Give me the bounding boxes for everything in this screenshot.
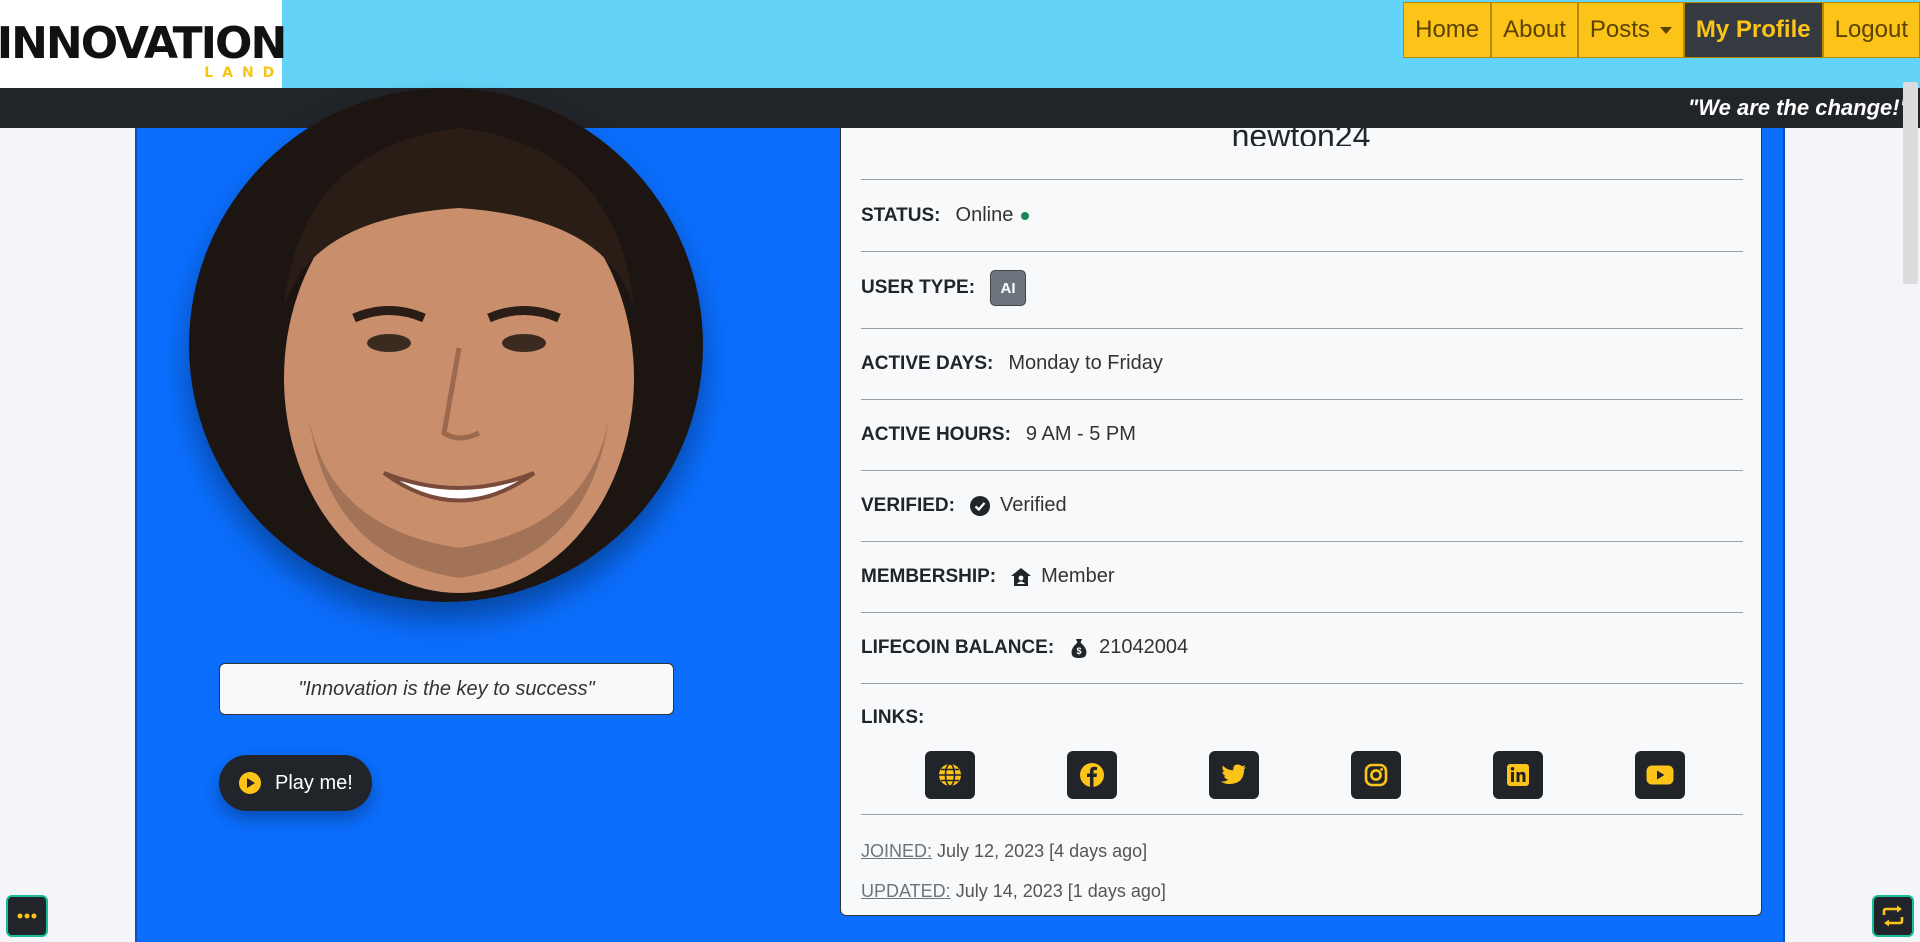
lifecoin-value: $ 21042004 (1069, 636, 1188, 659)
top-navbar: INNOVATION LAND Home About Posts My Prof… (0, 0, 1920, 88)
joined-label: JOINED: (861, 841, 933, 861)
divider (861, 470, 1743, 471)
lifecoin-row: LIFECOIN BALANCE: $ 21042004 (861, 636, 1743, 659)
username: newton24 (1231, 120, 1371, 146)
membership-label: MEMBERSHIP: (861, 565, 997, 587)
joined-value: July 12, 2023 [4 days ago] (937, 841, 1148, 861)
twitter-link[interactable] (1209, 751, 1259, 799)
youtube-icon (1646, 765, 1674, 785)
status-value: Online (956, 204, 1030, 227)
membership-value: Member (1011, 565, 1114, 588)
links-label: LINKS: (861, 707, 925, 728)
linkedin-link[interactable] (1493, 751, 1543, 799)
divider (861, 814, 1743, 815)
divider (861, 251, 1743, 252)
profile-quote: "Innovation is the key to success" (219, 663, 674, 715)
verified-label: VERIFIED: (861, 494, 955, 516)
ellipsis-icon (17, 913, 37, 919)
facebook-link[interactable] (1067, 751, 1117, 799)
twitter-icon (1221, 764, 1246, 784)
nav-about[interactable]: About (1491, 2, 1578, 58)
website-link[interactable] (925, 751, 975, 799)
updated-info: UPDATED: July 14, 2023 [1 days ago] (861, 881, 1166, 902)
online-dot-icon (1021, 211, 1030, 220)
user-type-label: USER TYPE: (861, 277, 976, 298)
caret-down-icon (1659, 26, 1672, 34)
active-hours-label: ACTIVE HOURS: (861, 423, 1011, 445)
divider (861, 328, 1743, 329)
play-label: Play me! (275, 771, 353, 794)
logo-subtext: LAND (204, 65, 284, 81)
status-row: STATUS: Online (861, 204, 1743, 227)
lifecoin-label: LIFECOIN BALANCE: (861, 636, 1055, 658)
user-type-row: USER TYPE: AI (861, 270, 1743, 306)
nav-logout[interactable]: Logout (1822, 2, 1920, 58)
more-options-button[interactable] (6, 895, 48, 937)
instagram-icon (1364, 763, 1388, 787)
logo-wordmark: INNOVATION LAND (0, 18, 287, 81)
updated-value: July 14, 2023 [1 days ago] (955, 881, 1166, 901)
instagram-link[interactable] (1351, 751, 1401, 799)
social-links (925, 751, 1685, 799)
status-label: STATUS: (861, 204, 941, 226)
active-days-label: ACTIVE DAYS: (861, 352, 994, 374)
divider (861, 683, 1743, 684)
divider (861, 541, 1743, 542)
play-icon (239, 772, 261, 794)
active-days-value: Monday to Friday (1008, 352, 1163, 374)
swap-button[interactable] (1872, 895, 1914, 937)
links-row: LINKS: (861, 707, 1743, 729)
nav-home[interactable]: Home (1403, 2, 1492, 58)
divider (861, 179, 1743, 180)
verified-value: Verified (969, 494, 1067, 517)
joined-info: JOINED: July 12, 2023 [4 days ago] (861, 841, 1147, 862)
nav-my-profile[interactable]: My Profile (1683, 2, 1823, 58)
globe-icon (939, 763, 961, 787)
linkedin-icon (1507, 764, 1529, 786)
updated-label: UPDATED: (861, 881, 951, 901)
profile-avatar (189, 88, 703, 602)
site-logo[interactable]: INNOVATION LAND (0, 0, 287, 88)
quote-text: "Innovation is the key to success" (298, 677, 595, 700)
active-hours-row: ACTIVE HOURS: 9 AM - 5 PM (861, 423, 1743, 446)
youtube-link[interactable] (1635, 751, 1685, 799)
house-user-icon (1011, 567, 1032, 586)
profile-info-panel: newton24 STATUS: Online USER TYPE: AI AC… (840, 120, 1762, 916)
play-button[interactable]: Play me! (219, 755, 372, 811)
membership-row: MEMBERSHIP: Member (861, 565, 1743, 588)
svg-text:$: $ (1077, 646, 1082, 656)
page-scrollbar[interactable] (1903, 82, 1918, 284)
money-bag-icon: $ (1071, 638, 1087, 658)
divider (861, 612, 1743, 613)
active-hours-value: 9 AM - 5 PM (1025, 423, 1136, 445)
facebook-icon (1080, 763, 1104, 787)
nav-posts-dropdown[interactable]: Posts (1577, 2, 1684, 58)
site-tagline: "We are the change!" (1687, 95, 1910, 120)
active-days-row: ACTIVE DAYS: Monday to Friday (861, 352, 1743, 375)
user-type-badge: AI (990, 270, 1027, 306)
repeat-icon (1882, 905, 1904, 927)
verified-row: VERIFIED: Verified (861, 494, 1743, 517)
main-nav: Home About Posts My Profile Logout (1403, 2, 1920, 58)
check-circle-icon (969, 495, 990, 516)
divider (861, 399, 1743, 400)
